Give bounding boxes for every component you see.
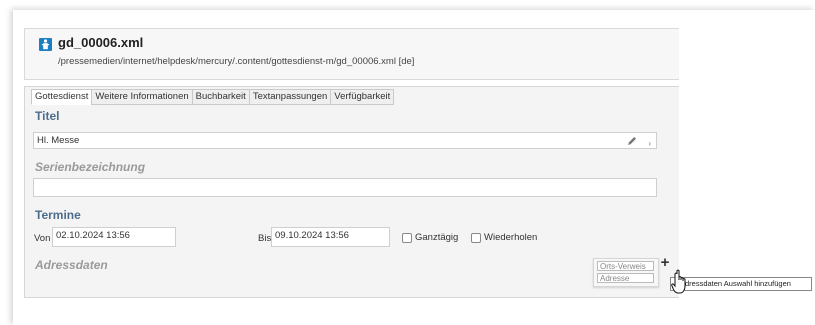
checkbox-icon[interactable] bbox=[471, 232, 481, 243]
ganztaegig-label: Ganztägig bbox=[415, 232, 459, 243]
termine-label: Termine bbox=[35, 208, 81, 222]
von-label: Von bbox=[34, 233, 51, 244]
tab-gottesdienst[interactable]: Gottesdienst bbox=[31, 89, 92, 105]
hand-cursor-icon bbox=[671, 269, 686, 294]
tab-bar: Gottesdienst Weitere Informationen Buchb… bbox=[31, 89, 395, 105]
tab-weitere-informationen[interactable]: Weitere Informationen bbox=[91, 89, 192, 105]
serienbezeichnung-label: Serienbezeichnung bbox=[35, 160, 146, 174]
tab-textanpassungen[interactable]: Textanpassungen bbox=[248, 89, 331, 105]
checkbox-icon[interactable] bbox=[402, 232, 412, 243]
tab-verfuegbarkeit[interactable]: Verfügbarkeit bbox=[330, 89, 395, 105]
content-type-icon bbox=[39, 38, 52, 51]
titel-value: Hl. Messe bbox=[37, 135, 80, 146]
chevron-right-icon[interactable]: › bbox=[648, 136, 651, 151]
add-plus-button[interactable]: + bbox=[658, 255, 672, 270]
menu-item-orts-verweis[interactable]: Orts-Verweis bbox=[597, 261, 654, 271]
wiederholen-label: Wiederholen bbox=[484, 232, 538, 243]
add-choice-menu: Orts-Verweis Adresse bbox=[593, 258, 659, 287]
form-panel: Gottesdienst Weitere Informationen Buchb… bbox=[24, 86, 679, 298]
resource-header: gd_00006.xml /pressemedien/internet/help… bbox=[24, 28, 679, 80]
titel-input[interactable]: Hl. Messe › bbox=[33, 132, 657, 149]
file-title: gd_00006.xml bbox=[58, 35, 144, 50]
bis-label: Bis bbox=[258, 233, 272, 244]
wiederholen-checkbox[interactable]: Wiederholen bbox=[471, 232, 537, 243]
ganztaegig-checkbox[interactable]: Ganztägig bbox=[402, 232, 458, 243]
pencil-icon[interactable] bbox=[626, 135, 638, 147]
menu-item-adresse[interactable]: Adresse bbox=[597, 273, 654, 283]
adressdaten-label: Adressdaten bbox=[35, 258, 108, 272]
bis-input[interactable]: 09.10.2024 13:56 bbox=[271, 227, 390, 247]
serienbezeichnung-input[interactable] bbox=[33, 178, 657, 197]
titel-label: Titel bbox=[35, 109, 60, 123]
file-path: /pressemedien/internet/helpdesk/mercury/… bbox=[58, 56, 415, 67]
von-input[interactable]: 02.10.2024 13:56 bbox=[52, 227, 176, 247]
tab-buchbarkeit[interactable]: Buchbarkeit bbox=[191, 89, 249, 105]
